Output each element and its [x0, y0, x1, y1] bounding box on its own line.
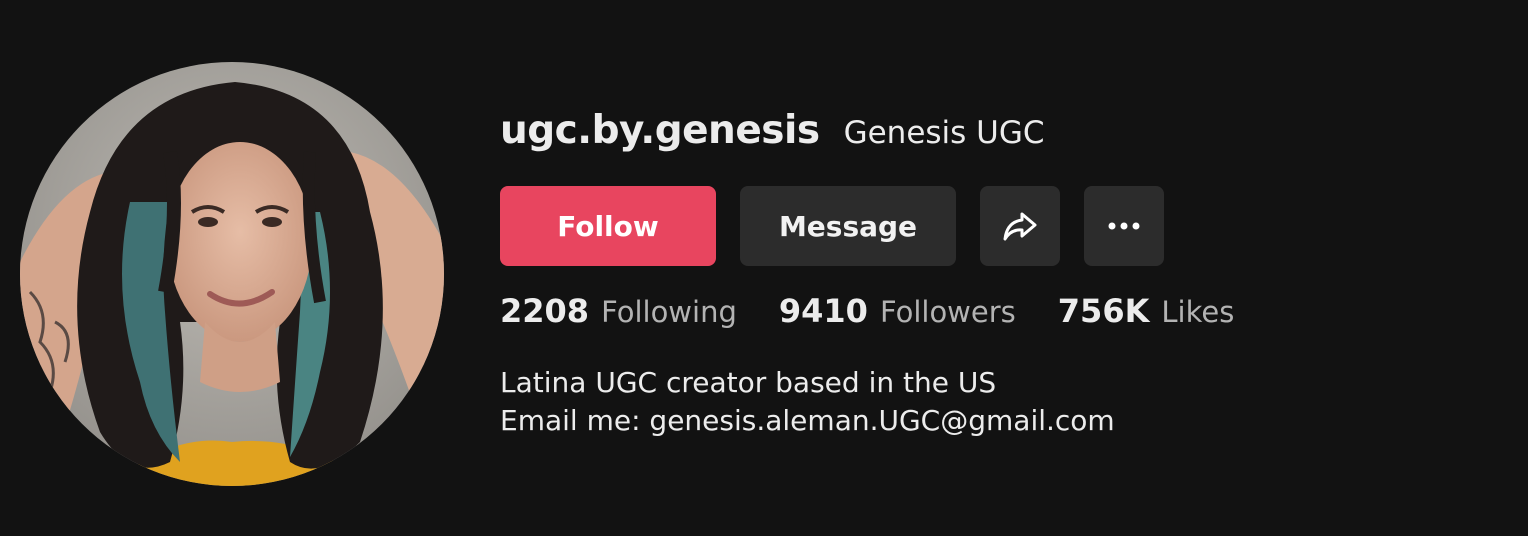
likes-stat: 756K Likes [1058, 292, 1235, 330]
likes-label: Likes [1161, 295, 1235, 329]
avatar-photo [20, 62, 444, 486]
followers-stat[interactable]: 9410 Followers [779, 292, 1016, 330]
following-label: Following [601, 295, 737, 329]
more-dots-icon [1108, 222, 1140, 230]
followers-count: 9410 [778, 292, 868, 330]
display-name: Genesis UGC [843, 115, 1045, 151]
following-stat[interactable]: 2208 Following [500, 292, 737, 330]
name-row: ugc.by.genesis Genesis UGC [500, 108, 1045, 153]
share-button[interactable] [980, 186, 1060, 266]
likes-count: 756K [1057, 292, 1150, 330]
share-arrow-icon [1003, 212, 1037, 241]
message-button[interactable]: Message [740, 186, 956, 266]
following-count: 2208 [500, 292, 590, 330]
profile-stats: 2208 Following 9410 Followers 756K Likes [500, 292, 1276, 330]
more-options-button[interactable] [1084, 186, 1164, 266]
bio: Latina UGC creator based in the US Email… [500, 364, 1115, 440]
follow-button[interactable]: Follow [500, 186, 716, 266]
avatar[interactable] [20, 62, 444, 486]
bio-line-2: Email me: genesis.aleman.UGC@gmail.com [500, 404, 1115, 437]
username: ugc.by.genesis [500, 108, 820, 153]
followers-label: Followers [879, 295, 1016, 329]
bio-line-1: Latina UGC creator based in the US [500, 366, 997, 399]
